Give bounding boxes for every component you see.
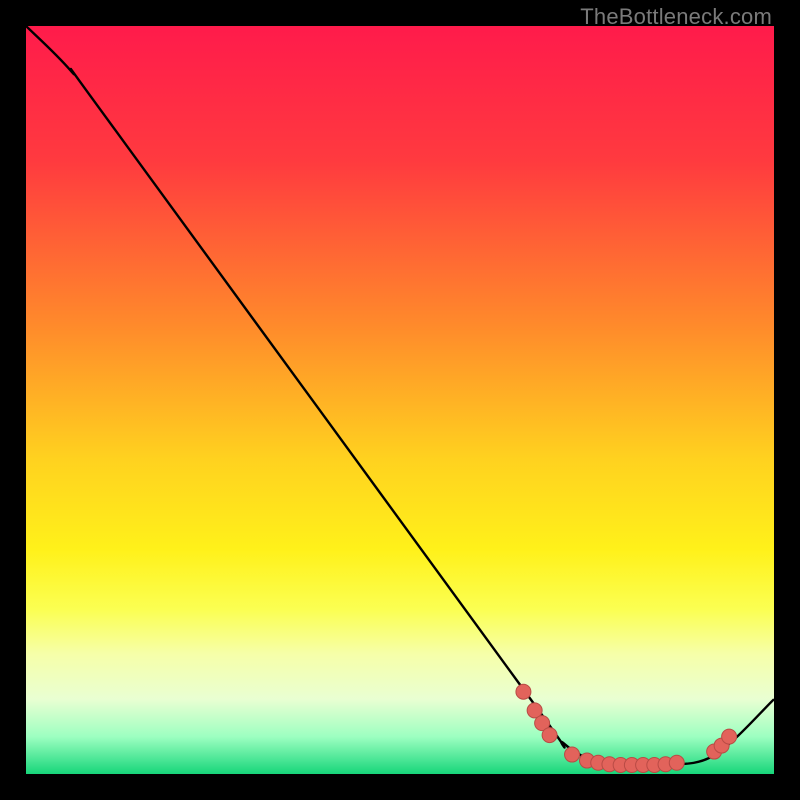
data-dot: [669, 755, 684, 770]
plot-area: [26, 26, 774, 774]
data-dot: [565, 747, 580, 762]
watermark-text: TheBottleneck.com: [580, 4, 772, 30]
curve-layer: [26, 26, 774, 774]
chart-stage: TheBottleneck.com: [0, 0, 800, 800]
data-dot: [542, 728, 557, 743]
data-dot: [722, 729, 737, 744]
data-dot: [516, 684, 531, 699]
bottleneck-curve: [26, 26, 774, 767]
